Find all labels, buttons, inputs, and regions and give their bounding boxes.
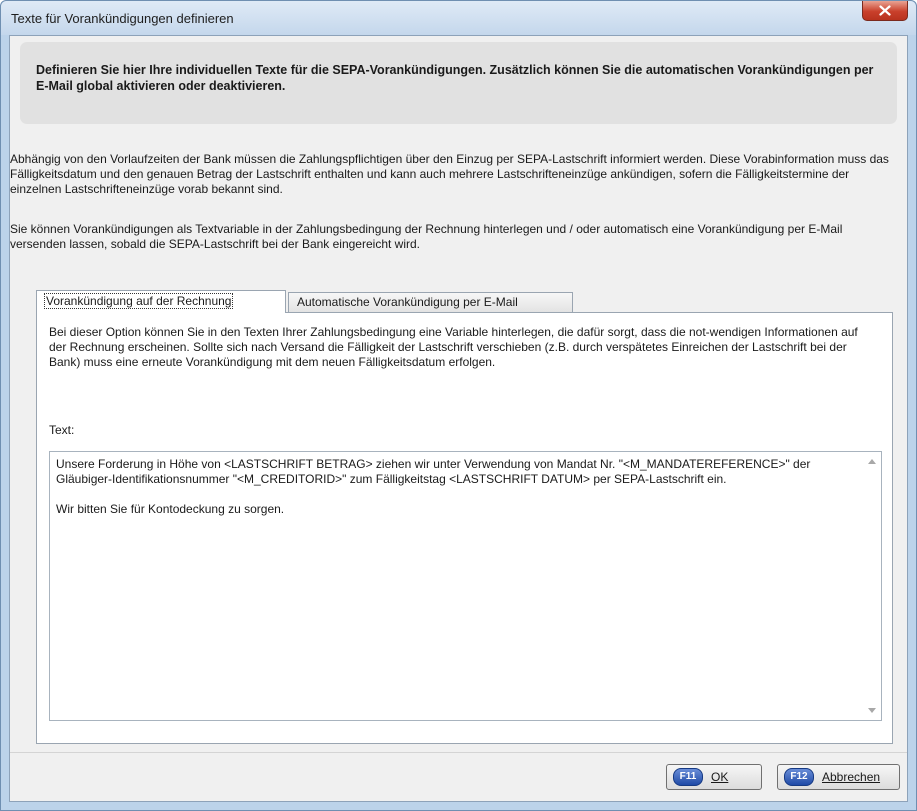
notification-text-field[interactable]: Unsere Forderung in Höhe von <LASTSCHRIF…	[49, 451, 882, 721]
scroll-up-arrow-icon[interactable]	[868, 459, 876, 464]
title-bar[interactable]: Texte für Vorankündigungen definieren	[1, 1, 916, 35]
dialog-client-area: Definieren Sie hier Ihre individuellen T…	[9, 35, 908, 802]
f11-key-icon: F11	[673, 768, 703, 786]
close-icon	[879, 5, 891, 16]
intro-paragraph-1: Abhängig von den Vorlaufzeiten der Bank …	[10, 152, 889, 196]
f12-key-icon: F12	[784, 768, 814, 786]
footer-divider	[10, 752, 907, 753]
tab-panel: Bei dieser Option können Sie in den Text…	[36, 312, 893, 744]
intro-paragraph-2: Sie können Vorankündigungen als Textvari…	[10, 222, 843, 251]
close-button[interactable]	[862, 1, 908, 21]
vertical-scrollbar[interactable]	[864, 452, 881, 720]
cancel-button-label: Abbrechen	[822, 770, 881, 784]
info-banner: Definieren Sie hier Ihre individuellen T…	[20, 42, 897, 124]
banner-text: Definieren Sie hier Ihre individuellen T…	[36, 63, 874, 93]
option-description: Bei dieser Option können Sie in den Text…	[49, 325, 858, 369]
cancel-button[interactable]: F12 Abbrechen	[777, 764, 900, 790]
notification-text-value[interactable]: Unsere Forderung in Höhe von <LASTSCHRIF…	[56, 457, 853, 517]
ok-button-label: OK	[711, 770, 729, 784]
scroll-down-arrow-icon[interactable]	[868, 708, 876, 713]
dialog-window: Texte für Vorankündigungen definieren De…	[0, 0, 917, 811]
tab-label: Automatische Vorankündigung per E-Mail	[297, 295, 518, 309]
tab-email-notification[interactable]: Automatische Vorankündigung per E-Mail	[288, 292, 573, 312]
tab-label: Vorankündigung auf der Rechnung	[43, 293, 234, 309]
text-label: Text:	[49, 423, 75, 437]
tab-invoice-notification[interactable]: Vorankündigung auf der Rechnung	[36, 290, 286, 313]
ok-button[interactable]: F11 OK	[666, 764, 762, 790]
window-title: Texte für Vorankündigungen definieren	[11, 11, 234, 26]
